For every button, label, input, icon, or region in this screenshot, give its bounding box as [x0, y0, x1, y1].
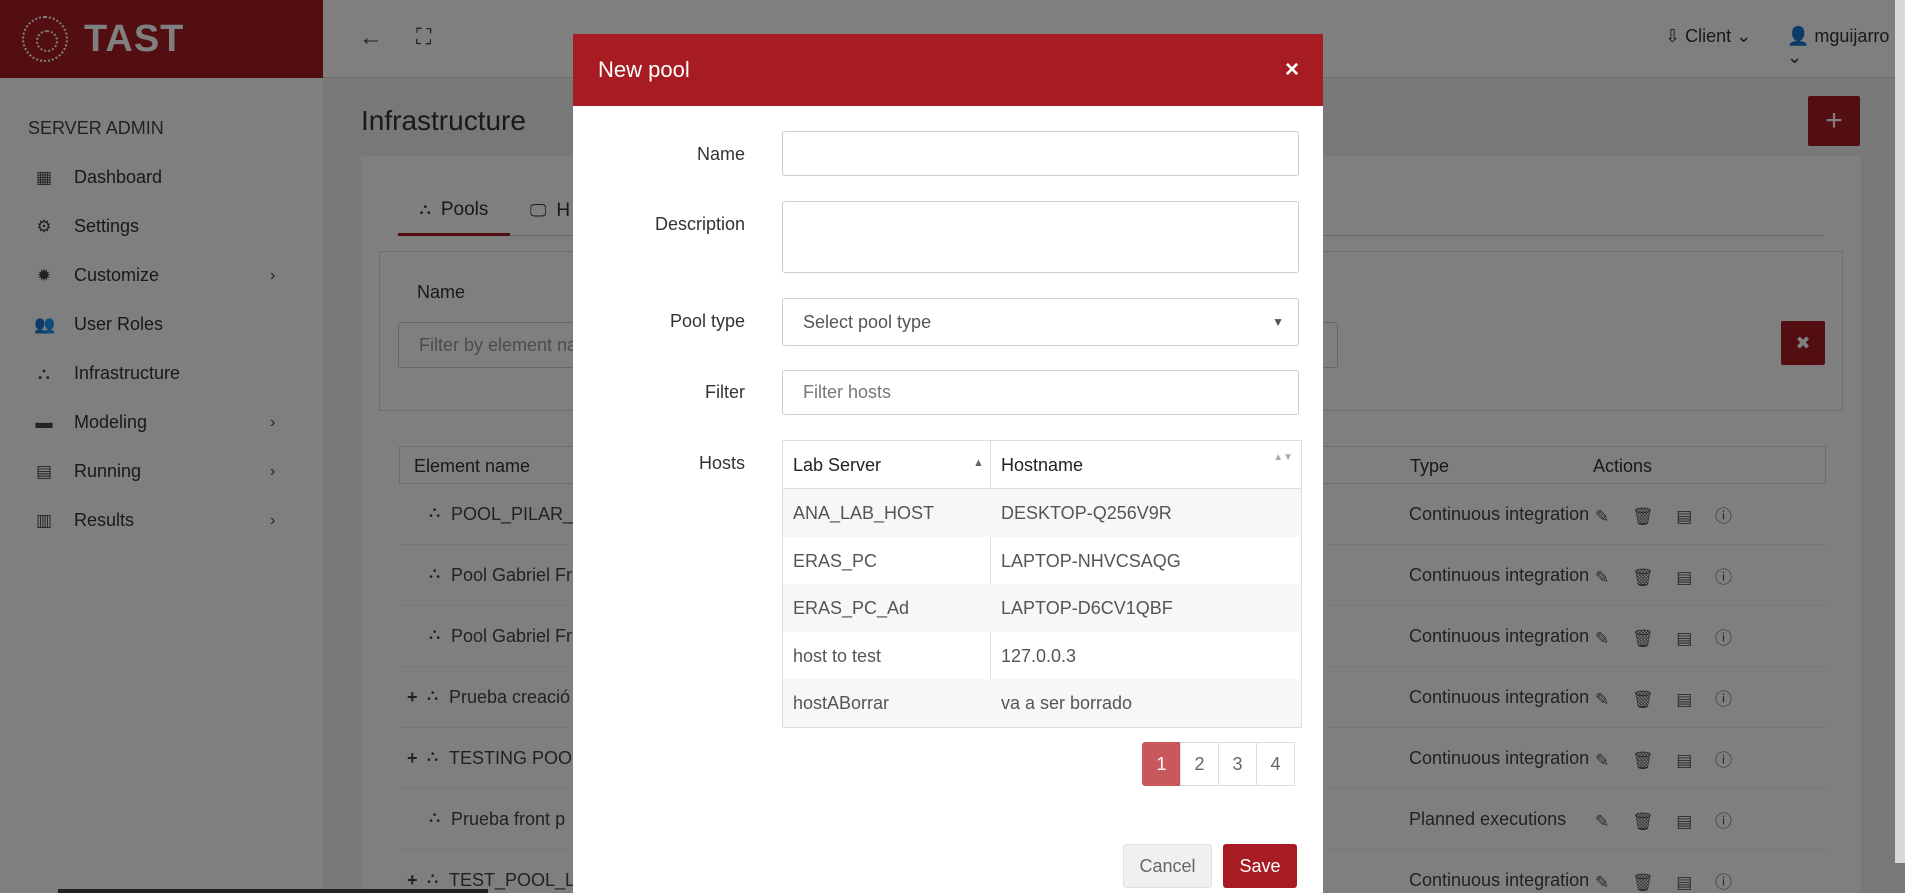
- page-2-button[interactable]: 2: [1180, 742, 1219, 786]
- hostname-cell: LAPTOP-NHVCSAQG: [1001, 550, 1181, 571]
- description-label: Description: [654, 214, 745, 234]
- header-lab-server[interactable]: Lab Server: [793, 455, 881, 476]
- name-label: Name: [696, 144, 745, 164]
- hosts-table: Lab Server ▲ Hostname ▲▼ ANA_LAB_HOST DES…: [782, 440, 1302, 728]
- sort-icon[interactable]: ▲▼: [1273, 453, 1293, 463]
- hosts-label: Hosts: [698, 453, 745, 473]
- hostname-cell: LAPTOP-D6CV1QBF: [1001, 598, 1173, 618]
- modal-title: New pool: [598, 57, 690, 82]
- name-input[interactable]: [782, 131, 1299, 176]
- taskbar-strip: [58, 889, 488, 893]
- lab-server-cell: ERAS_PC_Ad: [793, 598, 910, 618]
- lab-server-cell: ERAS_PC: [793, 550, 878, 571]
- host-row[interactable]: host to test 127.0.0.3: [783, 632, 1301, 680]
- pool-type-selected: Select pool type: [803, 311, 932, 332]
- hostname-cell: 127.0.0.3: [1001, 645, 1077, 666]
- host-row[interactable]: hostABorrar va a ser borrado: [783, 679, 1301, 727]
- filter-label: Filter: [705, 382, 745, 402]
- lab-server-cell: hostABorrar: [793, 693, 890, 713]
- host-row[interactable]: ERAS_PC LAPTOP-NHVCSAQG: [783, 537, 1301, 585]
- lab-server-cell: ANA_LAB_HOST: [793, 503, 935, 523]
- host-row[interactable]: ERAS_PC_Ad LAPTOP-D6CV1QBF: [783, 584, 1301, 632]
- host-row[interactable]: ANA_LAB_HOST DESKTOP-Q256V9R: [783, 489, 1301, 537]
- new-pool-modal: New pool × Name Description Pool type Se…: [573, 34, 1323, 893]
- hosts-table-body: ANA_LAB_HOST DESKTOP-Q256V9R ERAS_PC LAPTOP…: [783, 489, 1301, 727]
- hostname-cell: va a ser borrado: [1001, 693, 1133, 713]
- caret-down-icon: ▼: [1272, 315, 1284, 329]
- page-4-button[interactable]: 4: [1256, 742, 1295, 786]
- lab-server-cell: host to test: [793, 645, 882, 666]
- page-1-button[interactable]: 1: [1142, 742, 1181, 786]
- description-textarea[interactable]: [782, 201, 1299, 273]
- save-button[interactable]: Save: [1223, 844, 1297, 888]
- pagination: 1234: [1142, 742, 1295, 786]
- header-hostname[interactable]: Hostname: [1001, 455, 1083, 476]
- cancel-button[interactable]: Cancel: [1123, 844, 1212, 888]
- page-3-button[interactable]: 3: [1218, 742, 1257, 786]
- pool-type-select[interactable]: Select pool type ▼: [782, 298, 1299, 346]
- modal-header: New pool ×: [573, 34, 1323, 106]
- scrollbar[interactable]: [1895, 0, 1905, 863]
- filter-hosts-input[interactable]: Filter hosts: [782, 370, 1299, 415]
- hostname-cell: DESKTOP-Q256V9R: [1001, 503, 1172, 523]
- close-icon[interactable]: ×: [1285, 56, 1299, 84]
- pool-type-label: Pool type: [669, 311, 745, 331]
- hosts-table-header: Lab Server ▲ Hostname ▲▼: [783, 441, 1301, 489]
- sort-asc-icon[interactable]: ▲: [973, 457, 984, 469]
